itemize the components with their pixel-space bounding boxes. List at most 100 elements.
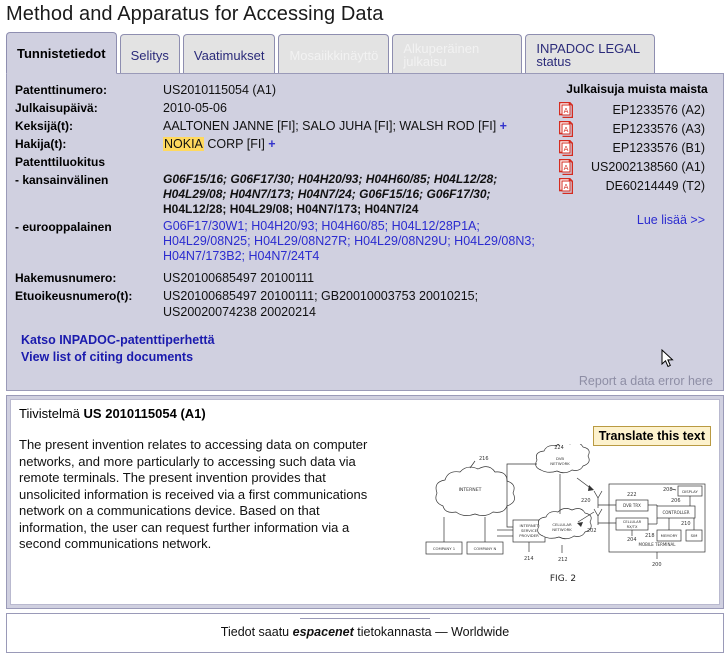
pub-num-text: US2002138560 [591,159,678,174]
svg-text:204: 204 [627,537,637,543]
pub-num-text: EP1233576 [612,140,678,155]
pdf-icon[interactable]: A [558,139,574,156]
svg-text:214: 214 [524,556,534,562]
tab-label: Vaatimukset [193,47,265,63]
list-item[interactable]: A EP1233576 (B1) [558,138,715,157]
row-publication-date: Julkaisupäivä: 2010-05-06 [15,100,555,116]
svg-text:A: A [564,126,569,134]
ecla-line-1[interactable]: G06F17/30W1; H04H20/93; H04H60/85; H04L1… [163,219,480,233]
svg-text:A: A [564,145,569,153]
footer-divider [300,618,430,619]
svg-text:208: 208 [663,487,673,493]
figure-svg: INTERNET 216 COMPANY 1 COMPANY N INTERNE… [425,444,706,584]
pdf-icon[interactable]: A [558,177,574,194]
footer: Tiedot saatu espacenet tietokannasta — W… [6,613,724,653]
ipc-line-3: H04L12/28; H04L29/08; H04N7/173; H04N7/2… [163,202,419,216]
value-publication-date: 2010-05-06 [163,101,227,115]
ipc-line-1: G06F15/16; G06F17/30; H04H20/93; H04H60/… [163,172,498,186]
pub-kind-text: (A1) [681,159,705,174]
pub-kind-text: (B1) [681,140,705,155]
abstract-text: The present invention relates to accessi… [19,437,368,551]
list-item[interactable]: A DE60214449 (T2) [558,176,715,195]
tab-selitys[interactable]: Selitys [119,34,180,74]
pdf-icon[interactable]: A [558,120,574,137]
pub-num-text: DE60214449 [605,178,679,193]
ecla-line-2[interactable]: H04L29/08N25; H04L29/08N27R; H04L29/08N2… [163,234,535,248]
row-ecla: - eurooppalainen G06F17/30W1; H04H20/93;… [15,219,555,264]
ecla-line-3[interactable]: H04N7/173B2; H04N7/24T4 [163,249,319,263]
list-item[interactable]: A EP1233576 (A2) [558,100,715,119]
read-more-link[interactable]: Lue lisää >> [559,213,715,227]
abstract-box: Tiivistelmä US 2010115054 (A1) Translate… [10,399,720,605]
value-inventors: AALTONEN JANNE [FI]; SALO JUHA [FI]; WAL… [163,118,555,134]
svg-text:COMPANY 1: COMPANY 1 [433,546,456,551]
list-item[interactable]: A US2002138560 (A1) [558,157,715,176]
svg-text:PROVIDER: PROVIDER [519,533,539,538]
tab-alkuperainen-julkaisu: Alkuperäinen julkaisu [392,34,523,74]
tab-vaatimukset[interactable]: Vaatimukset [182,34,276,74]
tab-tunnistetiedot[interactable]: Tunnistetiedot [6,32,117,74]
value-applicants: NOKIA CORP [FI] + [163,136,555,152]
bibliographic-data: Patenttinumero: US2010115054 (A1) Julkai… [15,82,555,322]
row-ipc: - kansainvälinen G06F15/16; G06F17/30; H… [15,172,555,217]
tab-bar: Tunnistetiedot Selitys Vaatimukset Mosai… [0,32,728,74]
panel-links: Katso INPADOC-patenttiperhettä View list… [21,332,215,366]
tab-label: Selitys [130,47,169,63]
row-classification-heading: Patenttiluokitus [15,154,555,170]
row-inventors: Keksijä(t): AALTONEN JANNE [FI]; SALO JU… [15,118,555,134]
svg-text:COMPANY N: COMPANY N [474,546,497,551]
pdf-icon[interactable]: A [558,101,574,118]
tab-mosaiikkinaytto: Mosaiikkinäyttö [278,34,390,74]
svg-text:NETWORK: NETWORK [550,461,570,466]
svg-text:MEMORY: MEMORY [661,533,678,538]
svg-text:CONTROLLER: CONTROLLER [662,510,689,515]
list-item[interactable]: A EP1233576 (A3) [558,119,715,138]
svg-text:222: 222 [627,492,637,498]
svg-text:A: A [564,164,569,172]
inventors-expand-link[interactable]: + [500,119,507,133]
bibliographic-panel: Patenttinumero: US2010115054 (A1) Julkai… [6,73,724,391]
report-data-error-link[interactable]: Report a data error here [579,374,713,388]
row-application-number: Hakemusnumero: US20100685497 20100111 [15,270,555,286]
publication-number[interactable]: EP1233576 (A2) [579,103,715,117]
other-publications-title: Julkaisuja muista maista [566,82,708,96]
tab-label: INPADOC LEGAL status [536,41,640,69]
row-priority-numbers: Etuoikeusnumero(t): US20100685497 201001… [15,288,555,320]
svg-text:210: 210 [681,521,691,527]
priority-line-2: US20020074238 20020214 [163,305,316,319]
svg-text:DVB TRX: DVB TRX [623,503,641,508]
svg-text:200: 200 [652,562,662,568]
applicant-rest: CORP [FI] [207,137,265,151]
priority-line-1: US20100685497 20100111; GB20010003753 20… [163,289,479,303]
svg-text:212: 212 [558,557,568,563]
applicants-expand-link[interactable]: + [268,137,275,151]
publication-number[interactable]: DE60214449 (T2) [579,179,715,193]
footer-emphasis: espacenet [292,625,354,639]
page-title: Method and Apparatus for Accessing Data [6,3,384,25]
tab-label: Mosaiikkinäyttö [289,47,379,63]
abstract-heading-prefix: Tiivistelmä [19,406,80,421]
other-publications-panel: Julkaisuja muista maista A EP1233576 (A2… [555,82,715,322]
inpadoc-family-link[interactable]: Katso INPADOC-patenttiperhettä [21,332,215,349]
svg-text:INTERNET: INTERNET [459,487,482,493]
row-applicants: Hakija(t): NOKIA CORP [FI] + [15,136,555,152]
translate-button[interactable]: Translate this text [592,426,711,446]
svg-text:218: 218 [645,533,655,539]
label-priority-numbers: Etuoikeusnumero(t): [15,289,133,303]
footer-text: Tiedot saatu espacenet tietokannasta — W… [7,625,723,639]
pub-num-text: EP1233576 [612,121,678,136]
publication-number[interactable]: EP1233576 (A3) [579,122,715,136]
patent-figure: INTERNET 216 COMPANY 1 COMPANY N INTERNE… [413,444,713,594]
pub-num-text: EP1233576 [612,102,678,117]
value-patent-number: US2010115054 (A1) [163,83,277,97]
bibliographic-columns: Patenttinumero: US2010115054 (A1) Julkai… [15,82,715,322]
publication-number[interactable]: EP1233576 (B1) [579,141,715,155]
svg-text:SIM: SIM [691,533,698,538]
tab-inpadoc-legal-status[interactable]: INPADOC LEGAL status [525,34,656,74]
row-patent-number: Patenttinumero: US2010115054 (A1) [15,82,555,98]
svg-text:220: 220 [581,498,591,504]
publication-number[interactable]: US2002138560 (A1) [579,160,715,174]
citing-documents-link[interactable]: View list of citing documents [21,349,215,366]
pdf-icon[interactable]: A [558,158,574,175]
svg-text:224: 224 [554,445,564,451]
